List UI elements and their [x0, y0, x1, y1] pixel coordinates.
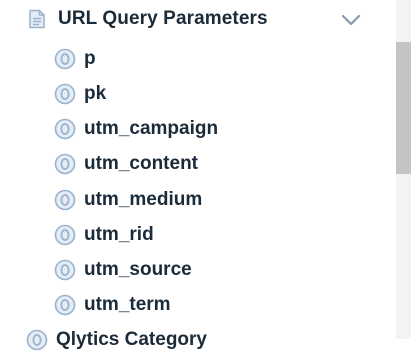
group-header-url-query-parameters[interactable]: URL Query Parameters: [26, 4, 372, 34]
list-item-utm-content[interactable]: utm_content: [54, 150, 374, 180]
tree-panel: URL Query Parameters p pk utm_campaign u…: [0, 0, 396, 351]
circle-o-icon: [54, 153, 76, 175]
circle-o-icon: [54, 224, 76, 246]
chevron-down-icon[interactable]: [340, 13, 362, 27]
group-label: Qlytics Category: [56, 329, 207, 350]
circle-o-icon: [54, 83, 76, 105]
document-list-icon: [29, 9, 45, 29]
list-item-utm-medium[interactable]: utm_medium: [54, 186, 374, 216]
list-item-label: p: [84, 48, 96, 69]
list-item-label: pk: [84, 83, 107, 104]
scrollbar-thumb[interactable]: [396, 42, 411, 174]
circle-o-icon: [54, 48, 76, 70]
list-item-utm-rid[interactable]: utm_rid: [54, 221, 374, 251]
list-item-label: utm_medium: [84, 189, 203, 210]
list-item-label: utm_source: [84, 259, 192, 280]
circle-o-icon: [26, 329, 48, 351]
list-item-utm-term[interactable]: utm_term: [54, 291, 374, 321]
circle-o-icon: [54, 294, 76, 316]
list-item-pk[interactable]: pk: [54, 80, 374, 110]
list-item-p[interactable]: p: [54, 45, 374, 75]
list-item-label: utm_term: [84, 294, 171, 315]
list-item-label: utm_rid: [84, 224, 154, 245]
circle-o-icon: [54, 189, 76, 211]
group-label: URL Query Parameters: [58, 8, 268, 29]
circle-o-icon: [54, 259, 76, 281]
list-item-label: utm_campaign: [84, 118, 219, 139]
group-header-qlytics-category[interactable]: Qlytics Category: [26, 326, 372, 356]
circle-o-icon: [54, 118, 76, 140]
list-item-utm-campaign[interactable]: utm_campaign: [54, 115, 374, 145]
list-item-label: utm_content: [84, 153, 198, 174]
list-item-utm-source[interactable]: utm_source: [54, 256, 374, 286]
